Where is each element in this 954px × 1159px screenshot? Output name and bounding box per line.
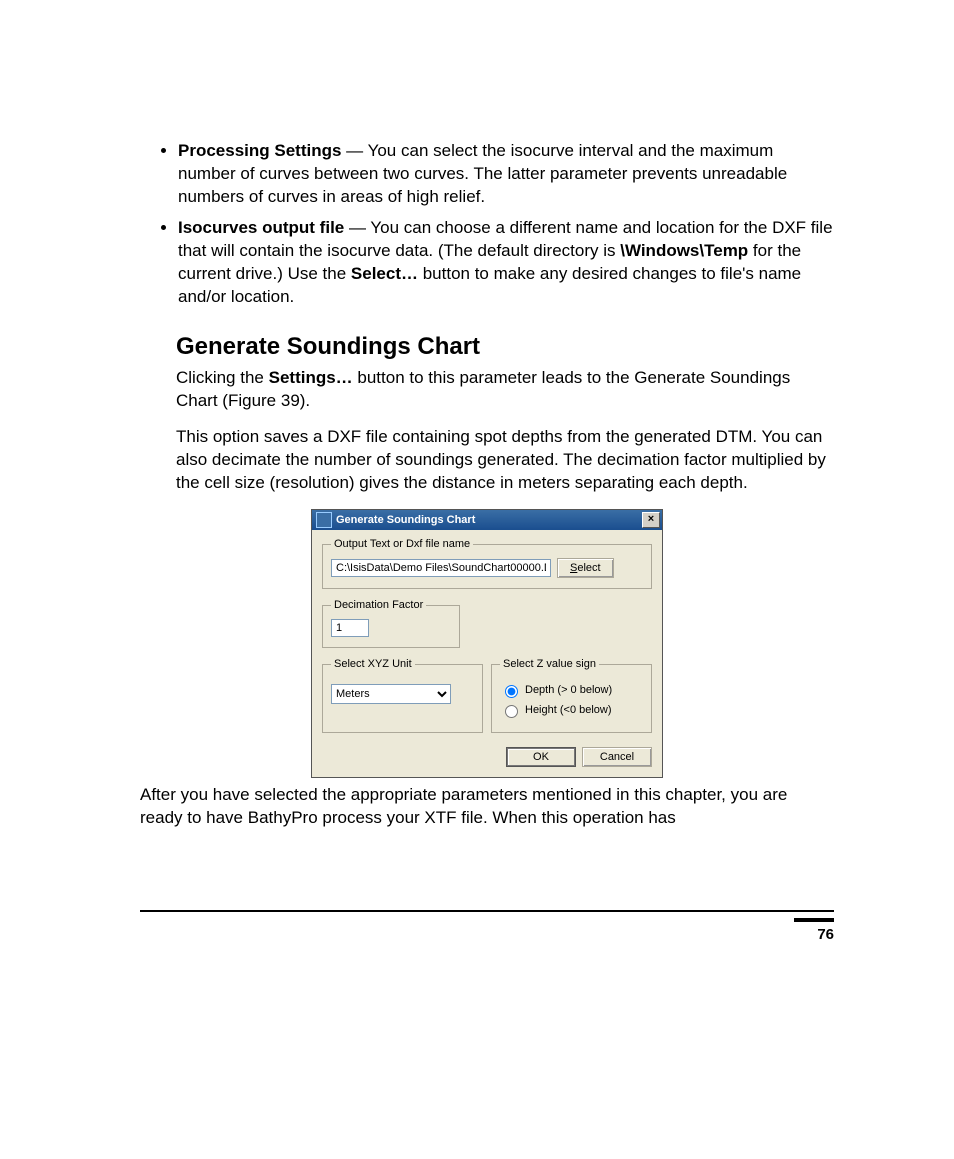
xyz-unit-select[interactable]: Meters xyxy=(331,684,451,704)
p1-pre: Clicking the xyxy=(176,368,269,387)
generate-soundings-dialog: Generate Soundings Chart × Output Text o… xyxy=(311,509,663,778)
decimation-legend: Decimation Factor xyxy=(331,599,426,611)
output-filepath-input[interactable] xyxy=(331,559,551,577)
z-sign-group: Select Z value sign Depth (> 0 below) He… xyxy=(491,658,652,733)
paragraph-1: Clicking the Settings… button to this pa… xyxy=(176,367,834,413)
page-number: 76 xyxy=(140,926,834,943)
radio-height[interactable] xyxy=(505,705,518,718)
section-heading: Generate Soundings Chart xyxy=(176,333,834,361)
dialog-titlebar[interactable]: Generate Soundings Chart × xyxy=(312,510,662,530)
paragraph-3: After you have selected the appropriate … xyxy=(140,784,834,830)
app-icon xyxy=(316,512,332,528)
p1-bold: Settings… xyxy=(269,368,353,387)
bullet-item-processing: Processing Settings — You can select the… xyxy=(178,140,834,209)
footer-accent-rule xyxy=(794,918,834,922)
ok-button[interactable]: OK xyxy=(506,747,576,767)
select-file-button[interactable]: Select xyxy=(557,558,614,578)
path-text: \Windows\Temp xyxy=(620,241,748,260)
radio-depth-label: Depth (> 0 below) xyxy=(525,684,612,696)
paragraph-2: This option saves a DXF file containing … xyxy=(176,426,834,495)
dialog-body: Output Text or Dxf file name Select Deci… xyxy=(312,530,662,777)
decimation-input[interactable] xyxy=(331,619,369,637)
bullet-title: Processing Settings xyxy=(178,141,341,160)
xyz-unit-legend: Select XYZ Unit xyxy=(331,658,415,670)
decimation-group: Decimation Factor xyxy=(322,599,460,648)
radio-depth[interactable] xyxy=(505,685,518,698)
output-file-group: Output Text or Dxf file name Select xyxy=(322,538,652,589)
bullet-item-isocurves: Isocurves output file — You can choose a… xyxy=(178,217,834,309)
bullet-title: Isocurves output file xyxy=(178,218,344,237)
output-file-legend: Output Text or Dxf file name xyxy=(331,538,473,550)
close-icon[interactable]: × xyxy=(642,512,660,528)
xyz-unit-group: Select XYZ Unit Meters xyxy=(322,658,483,733)
cancel-button[interactable]: Cancel xyxy=(582,747,652,767)
bullet-list: Processing Settings — You can select the… xyxy=(140,140,834,309)
footer-rule xyxy=(140,910,834,912)
z-sign-legend: Select Z value sign xyxy=(500,658,599,670)
document-page: Processing Settings — You can select the… xyxy=(0,0,954,1003)
select-label: Select… xyxy=(351,264,418,283)
dialog-title-text: Generate Soundings Chart xyxy=(336,514,642,526)
radio-height-label: Height (<0 below) xyxy=(525,704,612,716)
